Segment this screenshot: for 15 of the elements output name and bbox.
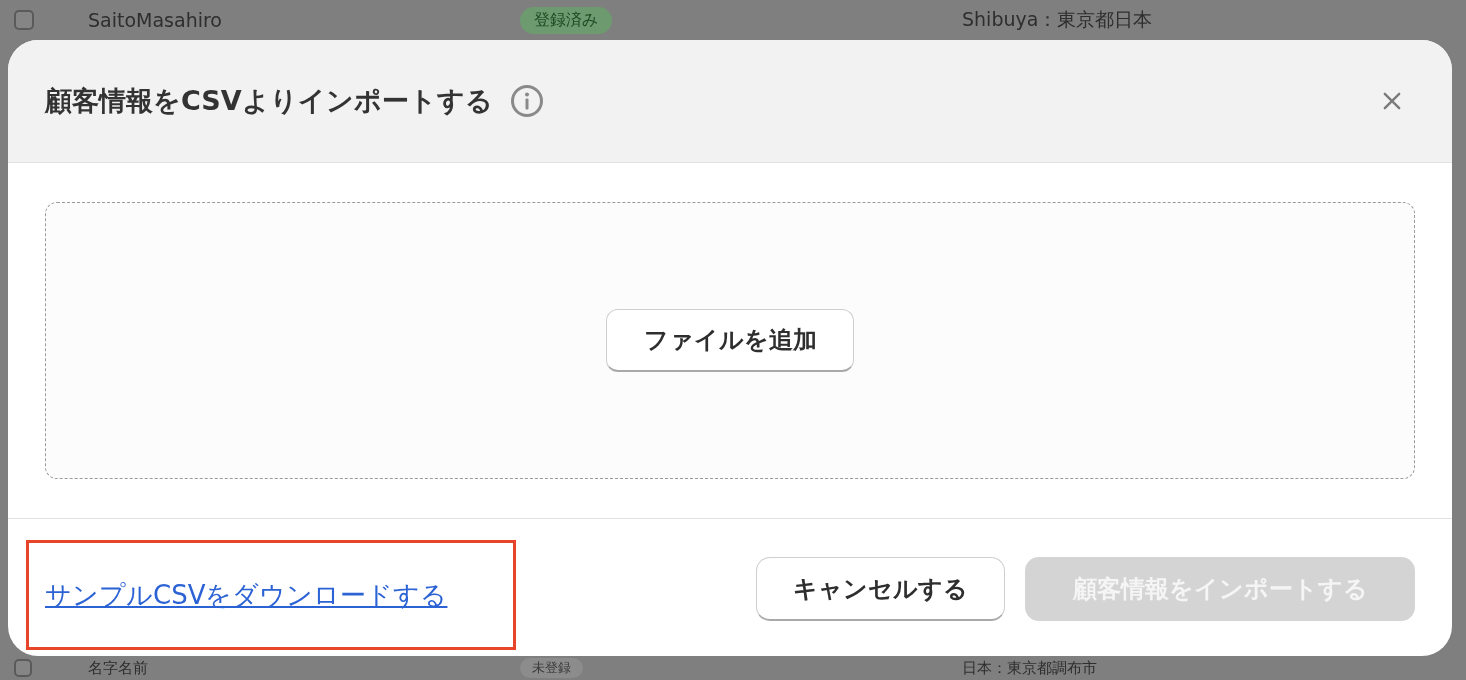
dialog-title: 顧客情報をCSVよりインポートする (45, 84, 493, 118)
row-checkbox[interactable] (14, 10, 34, 30)
customer-name: 名字名前 (88, 658, 148, 678)
close-icon[interactable] (1383, 92, 1401, 110)
file-drop-zone[interactable]: ファイルを追加 (45, 202, 1415, 479)
add-file-button[interactable]: ファイルを追加 (606, 309, 854, 372)
customer-address: Shibuya：東京都日本 (962, 7, 1153, 32)
status-badge: 登録済み (520, 6, 612, 34)
download-sample-link[interactable]: サンプルCSVをダウンロードする (45, 577, 448, 613)
customer-address: 日本：東京都調布市 (962, 658, 1097, 678)
info-icon[interactable] (510, 85, 543, 117)
customer-name: SaitoMasahiro (88, 9, 222, 31)
cancel-button[interactable]: キャンセルする (756, 557, 1005, 621)
status-badge: 未登録 (520, 658, 583, 678)
row-checkbox[interactable] (14, 659, 32, 677)
